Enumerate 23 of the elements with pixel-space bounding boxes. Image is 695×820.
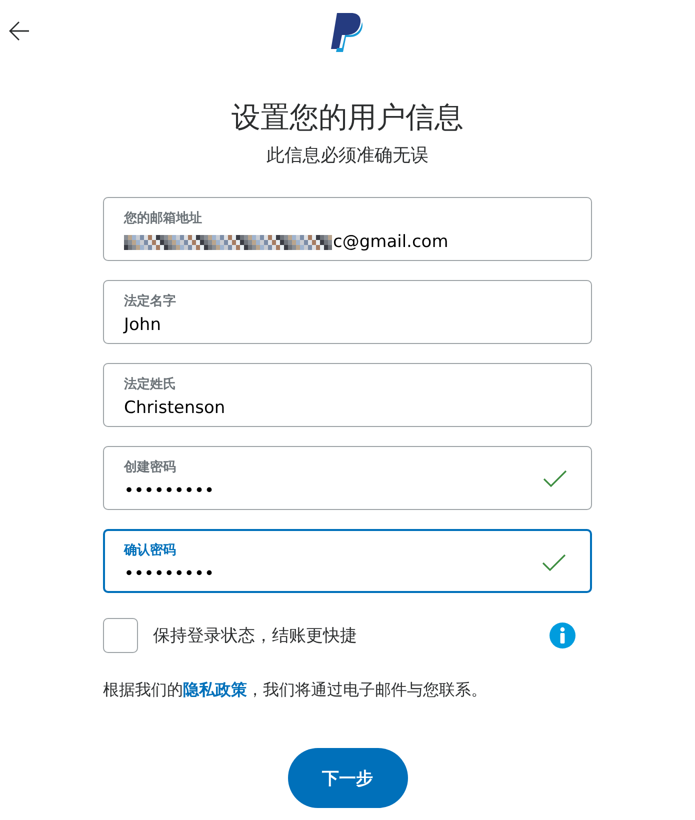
page-subtitle: 此信息必须准确无误 xyxy=(266,144,428,168)
field-label: 法定姓氏 xyxy=(124,376,176,394)
page-title: 设置您的用户信息 xyxy=(232,99,464,136)
text-field[interactable]: 法定姓氏 Christenson xyxy=(103,363,592,427)
text-field[interactable]: 创建密码 ••••••••• xyxy=(103,446,592,510)
field-value: c@gmail.com xyxy=(333,231,448,254)
field-value: John xyxy=(124,314,161,337)
field-label: 法定名字 xyxy=(124,293,176,311)
info-icon[interactable] xyxy=(549,622,576,649)
field-label: 确认密码 xyxy=(124,542,176,560)
text-field[interactable]: 法定名字 John xyxy=(103,280,592,344)
field-value: ••••••••• xyxy=(124,563,214,586)
field-value: Christenson xyxy=(124,397,226,420)
privacy-policy-link[interactable]: 隐私政策 xyxy=(183,680,247,699)
field-value: ••••••••• xyxy=(124,480,214,503)
field-label: 您的邮箱地址 xyxy=(124,210,202,228)
field-label: 创建密码 xyxy=(124,459,176,477)
checkbox[interactable] xyxy=(103,618,138,653)
text-field[interactable]: 确认密码 ••••••••• xyxy=(103,529,592,593)
text-field[interactable]: 您的邮箱地址 c@gmail.com xyxy=(103,197,592,261)
next-button[interactable]: 下一步 xyxy=(288,748,408,808)
checkbox-label: 保持登录状态，结账更快捷 xyxy=(153,625,358,647)
privacy-notice: 根据我们的隐私政策，我们将通过电子邮件与您联系。 xyxy=(103,679,488,701)
